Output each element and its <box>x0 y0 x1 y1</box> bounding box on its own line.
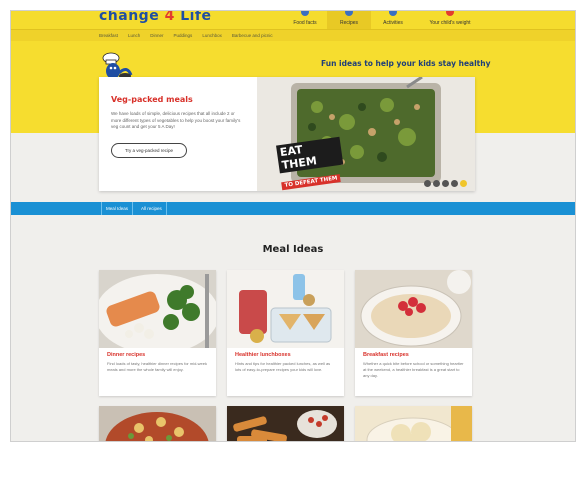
nav-activities[interactable]: Activities <box>371 11 415 29</box>
subnav-item-dinner[interactable]: Dinner <box>150 33 163 38</box>
ice-cream-photo <box>355 406 472 441</box>
card-title[interactable]: Healthier lunchboxes <box>235 352 291 358</box>
carousel-dot[interactable] <box>433 180 440 187</box>
apple-icon <box>301 11 309 16</box>
scale-icon <box>446 11 454 16</box>
sub-nav: Breakfast Lunch Dinner Puddings Lunchbox… <box>11 29 575 41</box>
section-title: Meal Ideas <box>262 244 324 255</box>
tab-all-recipes[interactable]: All recipes <box>137 202 167 215</box>
main-nav: Food facts Recipes Activities Your child… <box>283 11 485 29</box>
subnav-item-puddings[interactable]: Puddings <box>174 33 193 38</box>
card-title[interactable]: Breakfast recipes <box>363 352 409 358</box>
site-logo[interactable]: change 4 Life <box>99 11 212 24</box>
tab-meal-ideas[interactable]: Meal Ideas <box>101 202 134 215</box>
potato-wedges-photo <box>227 406 344 441</box>
card-healthier-lunchboxes[interactable]: Healthier lunchboxes Hints and tips for … <box>227 270 344 396</box>
nav-food-facts[interactable]: Food facts <box>283 11 327 29</box>
try-veg-packed-recipe-button[interactable]: Try a veg-packed recipe <box>111 143 187 158</box>
carousel-dot-active[interactable] <box>460 180 467 187</box>
hero-title: Veg-packed meals <box>111 95 193 104</box>
chef-icon <box>345 11 353 16</box>
salmon-photo <box>99 270 216 348</box>
card-image <box>227 270 344 348</box>
porridge-photo <box>355 270 472 348</box>
carousel-dot[interactable] <box>442 180 449 187</box>
eat-them-to-defeat-them-badge: EAT THEM TO DEFEAT THEM <box>276 136 346 191</box>
carousel-dot[interactable] <box>451 180 458 187</box>
section-tabs: Meal Ideas All recipes <box>11 202 575 215</box>
card-dinner-recipes[interactable]: Dinner recipes Find loads of tasty, heal… <box>99 270 216 396</box>
subnav-item-breakfast[interactable]: Breakfast <box>99 33 118 38</box>
card-title[interactable]: Dinner recipes <box>107 352 145 358</box>
card-description: Hints and tips for healthier packed lunc… <box>235 361 331 372</box>
browser-viewport: change 4 Life Food facts Recipes Activit… <box>10 10 576 442</box>
running-icon <box>389 11 397 16</box>
carousel-dots <box>422 180 467 187</box>
subnav-item-lunchbox[interactable]: Lunchbox <box>202 33 222 38</box>
subnav-item-lunch[interactable]: Lunch <box>128 33 140 38</box>
site-tagline: Fun ideas to help your kids stay healthy <box>321 59 491 68</box>
pizza-photo <box>99 406 216 441</box>
card-description: Find loads of tasty, healthier dinner re… <box>107 361 207 372</box>
subnav-item-barbecue[interactable]: Barbecue and picnic <box>232 33 273 38</box>
nav-recipes[interactable]: Recipes <box>327 11 371 29</box>
card-wedges[interactable] <box>227 406 344 441</box>
card-dessert[interactable] <box>355 406 472 441</box>
card-pizza[interactable] <box>99 406 216 441</box>
nav-childs-weight[interactable]: Your child's weight <box>415 11 485 29</box>
card-image <box>99 270 216 348</box>
card-breakfast-recipes[interactable]: Breakfast recipes Whether a quick bite b… <box>355 270 472 396</box>
hero-image: EAT THEM TO DEFEAT THEM <box>257 77 475 191</box>
lunchbox-photo <box>227 270 344 348</box>
card-description: Whether a quick bite before school or so… <box>363 361 464 378</box>
site-header: change 4 Life Food facts Recipes Activit… <box>11 11 575 41</box>
carousel-dot[interactable] <box>424 180 431 187</box>
card-image <box>355 270 472 348</box>
hero-description: We have loads of simple, delicious recip… <box>111 111 241 129</box>
hero-carousel-card: Veg-packed meals We have loads of simple… <box>99 77 475 191</box>
